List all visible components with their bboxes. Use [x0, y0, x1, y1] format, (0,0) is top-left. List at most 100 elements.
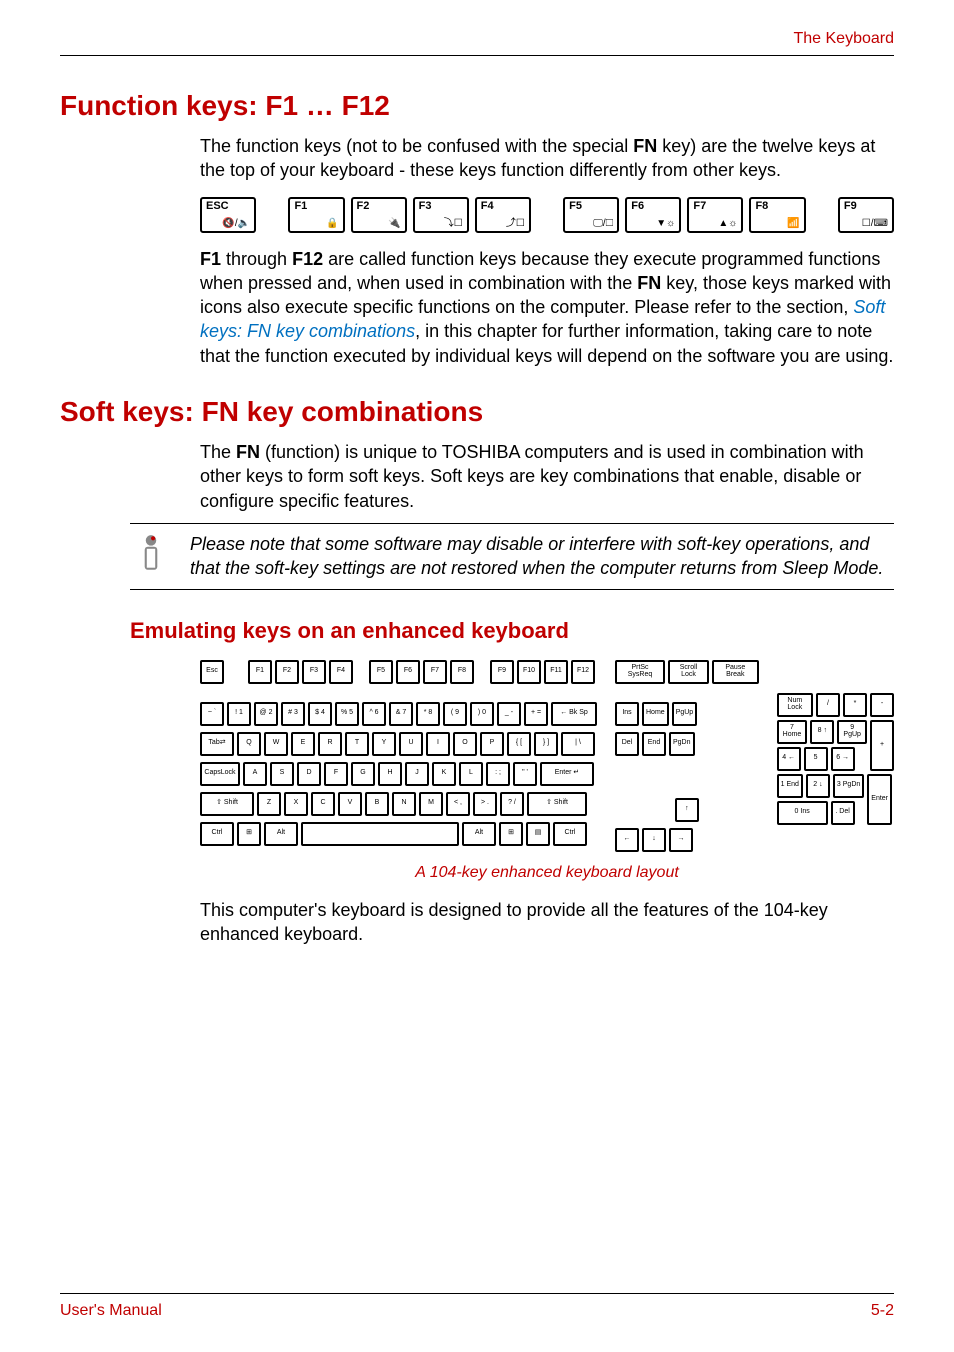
key-label: F8	[755, 201, 768, 212]
key: ! 1	[227, 702, 251, 726]
key-numlock: Num Lock	[777, 693, 813, 717]
key: G	[351, 762, 375, 786]
key-home: Home	[642, 702, 669, 726]
key: U	[399, 732, 423, 756]
keyboard-main-cluster: Esc F1 F2 F3 F4 F5 F6 F7 F8 F9 F10 F11 F…	[200, 660, 597, 846]
note-block: Please note that some software may disab…	[130, 523, 894, 590]
lock-icon: 🔒	[326, 218, 338, 229]
key: J	[405, 762, 429, 786]
key-label: F4	[481, 201, 494, 212]
key: R	[318, 732, 342, 756]
key: ( 9	[443, 702, 467, 726]
key-win-left: ⊞	[237, 822, 261, 846]
key: < ,	[446, 792, 470, 816]
key: & 7	[389, 702, 413, 726]
key: _ -	[497, 702, 521, 726]
text-bold-fn: FN	[633, 136, 657, 156]
key: 9 PgUp	[837, 720, 867, 744]
keyboard-layout-illustration: Esc F1 F2 F3 F4 F5 F6 F7 F8 F9 F10 F11 F…	[200, 660, 894, 852]
key-label: F7	[693, 201, 706, 212]
key-ctrl-right: Ctrl	[553, 822, 587, 846]
key: 6 →	[831, 747, 855, 771]
keyboard-nav-cluster: PrtSc SysReq Scroll Lock Pause Break Ins…	[615, 660, 759, 852]
key-f1: F1 🔒	[288, 197, 344, 233]
text-bold-f1: F1	[200, 249, 221, 269]
key: % 5	[335, 702, 359, 726]
key-numpad-plus: +	[870, 720, 894, 771]
key: 2 ↓	[806, 774, 830, 798]
key-arrow-right: →	[669, 828, 693, 852]
fn-key-illustration: ESC🔇/🔈 F1🔒 F2🔌 F3⤵☐ F4⤴☐ F5🖵/☐ F6▼☼ F7▲☼…	[200, 197, 894, 233]
key: * 8	[416, 702, 440, 726]
key-label: F6	[631, 201, 644, 212]
key-label: F3	[419, 201, 432, 212]
key: X	[284, 792, 308, 816]
key: > .	[473, 792, 497, 816]
key: V	[338, 792, 362, 816]
key: F10	[517, 660, 541, 684]
key: Z	[257, 792, 281, 816]
key: 7 Home	[777, 720, 808, 744]
key: *	[843, 693, 867, 717]
sleep-icon: ⤵☐	[444, 214, 463, 229]
key: $ 4	[308, 702, 332, 726]
key-capslock: CapsLock	[200, 762, 240, 786]
note-text: Please note that some software may disab…	[190, 532, 894, 581]
key: W	[264, 732, 288, 756]
key: 5	[804, 747, 828, 771]
key: S	[270, 762, 294, 786]
key-label: F1	[294, 201, 307, 212]
key-label: F2	[357, 201, 370, 212]
text: The function keys (not to be confused wi…	[200, 136, 633, 156]
key-del: Del	[615, 732, 639, 756]
key: D	[297, 762, 321, 786]
key-f5: F5 🖵/☐	[563, 197, 619, 233]
key-space	[301, 822, 459, 846]
figure-caption: A 104-key enhanced keyboard layout	[200, 864, 894, 882]
key: F9	[490, 660, 514, 684]
para-function-keys-intro: The function keys (not to be confused wi…	[200, 134, 894, 183]
key: " '	[513, 762, 537, 786]
touchpad-icon: ☐/⌨	[862, 218, 888, 229]
text-bold-f12: F12	[292, 249, 323, 269]
display-icon: 🖵/☐	[593, 218, 613, 229]
key: + =	[524, 702, 548, 726]
text: through	[221, 249, 292, 269]
key-shift-left: ⇧ Shift	[200, 792, 254, 816]
key-menu: ▤	[526, 822, 550, 846]
text: (function) is unique to TOSHIBA computer…	[200, 442, 864, 511]
heading-function-keys: Function keys: F1 … F12	[60, 90, 894, 122]
key-tab: Tab⇄	[200, 732, 234, 756]
key-pgdn: PgDn	[669, 732, 695, 756]
key: 0 Ins	[777, 801, 828, 825]
key-f3: F3 ⤵☐	[413, 197, 469, 233]
wireless-icon: 📶	[787, 218, 799, 229]
key: Q	[237, 732, 261, 756]
key: : ;	[486, 762, 510, 786]
key-prtsc: PrtSc SysReq	[615, 660, 665, 684]
key-shift-right: ⇧ Shift	[527, 792, 587, 816]
key: ~ `	[200, 702, 224, 726]
key: H	[378, 762, 402, 786]
key-ins: Ins	[615, 702, 639, 726]
key-arrow-down: ↓	[642, 828, 666, 852]
key-label: F5	[569, 201, 582, 212]
key: ) 0	[470, 702, 494, 726]
key: F2	[275, 660, 299, 684]
key-f7: F7 ▲☼	[687, 197, 743, 233]
text-bold-fn: FN	[236, 442, 260, 462]
key: # 3	[281, 702, 305, 726]
heading-soft-keys: Soft keys: FN key combinations	[60, 396, 894, 428]
key: -	[870, 693, 894, 717]
key-f9: F9☐/⌨	[838, 197, 894, 233]
key-win-right: ⊞	[499, 822, 523, 846]
brightness-up-icon: ▲☼	[718, 218, 737, 229]
heading-emulating-keys: Emulating keys on an enhanced keyboard	[130, 618, 894, 644]
key: . Del	[831, 801, 855, 825]
key: F5	[369, 660, 393, 684]
text-bold-fn: FN	[637, 273, 661, 293]
key: } ]	[534, 732, 558, 756]
key: ? /	[500, 792, 524, 816]
footer-doc-title: User's Manual	[60, 1302, 162, 1320]
key: B	[365, 792, 389, 816]
